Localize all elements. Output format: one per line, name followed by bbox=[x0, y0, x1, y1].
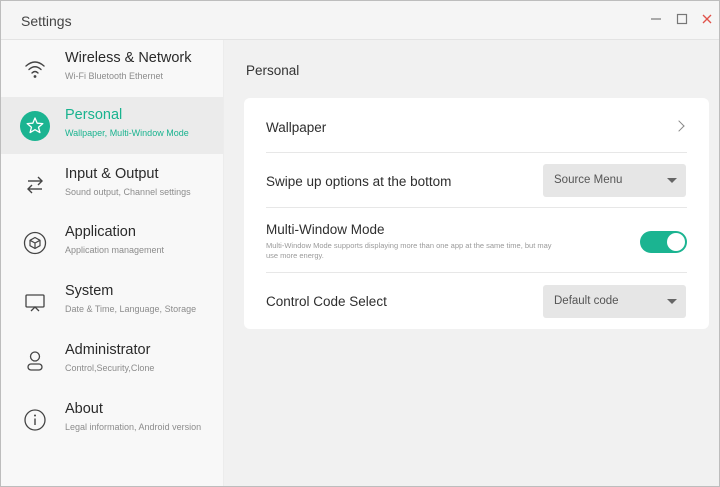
swipe-options-dropdown[interactable]: Source Menu bbox=[543, 164, 686, 197]
main-content: Personal Wallpaper Swipe up options at t… bbox=[224, 40, 719, 486]
sidebar-item-label: Personal bbox=[65, 107, 123, 123]
star-icon bbox=[20, 111, 50, 141]
sidebar-item-sublabel: Control,Security,Clone bbox=[65, 363, 155, 373]
sidebar: Wireless & Network Wi-Fi Bluetooth Ether… bbox=[1, 40, 224, 486]
multi-window-toggle[interactable] bbox=[640, 231, 687, 253]
control-code-label: Control Code Select bbox=[266, 294, 387, 309]
sidebar-item-administrator[interactable]: Administrator Control,Security,Clone bbox=[1, 332, 223, 389]
sidebar-item-label: About bbox=[65, 401, 103, 417]
sidebar-item-sublabel: Date & Time, Language, Storage bbox=[65, 304, 197, 314]
sidebar-item-label: System bbox=[65, 283, 114, 299]
close-icon[interactable] bbox=[698, 10, 716, 28]
sidebar-item-system[interactable]: System Date & Time, Language, Storage bbox=[1, 273, 223, 330]
chevron-right-icon bbox=[673, 120, 685, 132]
sidebar-item-label: Input & Output bbox=[65, 166, 159, 182]
wifi-icon bbox=[20, 54, 50, 84]
sidebar-item-label: Administrator bbox=[65, 342, 151, 358]
sidebar-item-label: Wireless & Network bbox=[65, 50, 192, 66]
swipe-options-label: Swipe up options at the bottom bbox=[266, 174, 452, 189]
wallpaper-row[interactable]: Wallpaper bbox=[244, 98, 709, 153]
swap-arrows-icon bbox=[20, 170, 50, 200]
sidebar-item-sublabel: Sound output, Channel settings bbox=[65, 187, 191, 197]
sidebar-item-wireless-network[interactable]: Wireless & Network Wi-Fi Bluetooth Ether… bbox=[1, 40, 223, 97]
title-bar: Settings bbox=[1, 1, 719, 40]
sidebar-item-personal[interactable]: Personal Wallpaper, Multi-Window Mode bbox=[1, 97, 223, 154]
multi-window-label: Multi-Window Mode bbox=[266, 222, 385, 237]
sidebar-item-about[interactable]: About Legal information, Android version bbox=[1, 391, 223, 448]
maximize-icon[interactable] bbox=[673, 10, 691, 28]
hexagon-icon bbox=[20, 228, 50, 258]
divider bbox=[266, 152, 687, 153]
swipe-options-value: Source Menu bbox=[554, 174, 623, 186]
sidebar-item-label: Application bbox=[65, 224, 136, 240]
multi-window-description: Multi-Window Mode supports displaying mo… bbox=[266, 241, 552, 260]
minimize-icon[interactable] bbox=[647, 10, 665, 28]
sidebar-item-sublabel: Wallpaper, Multi-Window Mode bbox=[65, 128, 189, 138]
caret-down-icon bbox=[667, 299, 677, 304]
sidebar-item-sublabel: Application management bbox=[65, 245, 165, 255]
settings-card: Wallpaper Swipe up options at the bottom… bbox=[244, 98, 709, 329]
info-icon bbox=[20, 405, 50, 435]
control-code-value: Default code bbox=[554, 295, 619, 307]
sidebar-item-sublabel: Wi-Fi Bluetooth Ethernet bbox=[65, 71, 164, 81]
settings-window: Settings Wireless & Network Wi-Fi Blueto… bbox=[0, 0, 720, 487]
user-icon bbox=[20, 346, 50, 376]
monitor-icon bbox=[20, 287, 50, 317]
divider bbox=[266, 207, 687, 208]
control-code-dropdown[interactable]: Default code bbox=[543, 285, 686, 318]
divider bbox=[266, 272, 687, 273]
wallpaper-label: Wallpaper bbox=[266, 120, 327, 135]
sidebar-item-sublabel: Legal information, Android version bbox=[65, 422, 202, 432]
caret-down-icon bbox=[667, 178, 677, 183]
sidebar-item-application[interactable]: Application Application management bbox=[1, 214, 223, 271]
page-title: Personal bbox=[246, 63, 300, 78]
toggle-knob bbox=[667, 233, 685, 251]
window-title: Settings bbox=[21, 13, 72, 29]
sidebar-item-input-output[interactable]: Input & Output Sound output, Channel set… bbox=[1, 156, 223, 213]
